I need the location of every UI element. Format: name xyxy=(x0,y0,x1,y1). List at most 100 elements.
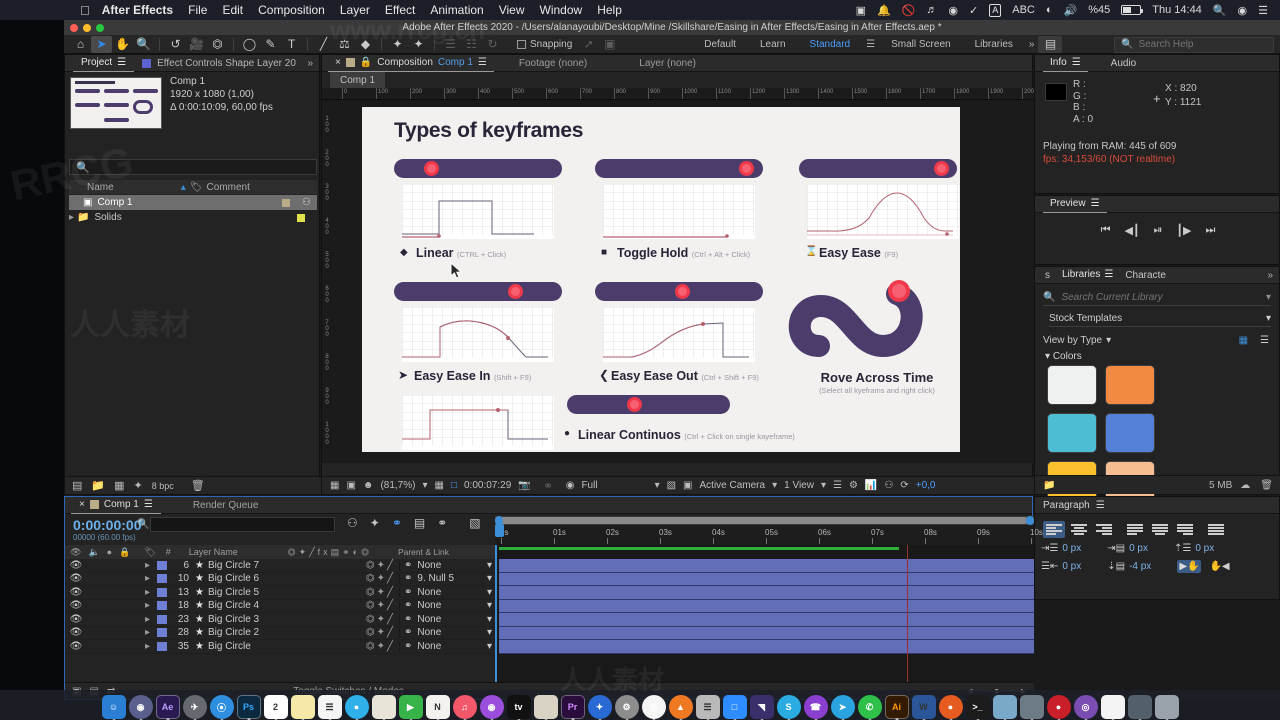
timeline-layer-bars[interactable] xyxy=(495,545,1034,682)
tab-audio[interactable]: Audio xyxy=(1104,55,1144,72)
tab-paragraph-label[interactable]: Paragraph xyxy=(1043,500,1090,511)
after-effects-icon[interactable]: Ae xyxy=(155,695,180,720)
keynote-icon[interactable]: ◥ xyxy=(749,695,774,720)
workspace-libraries[interactable]: Libraries xyxy=(963,39,1025,50)
project-row-comp1[interactable]: ▣ Comp 1 ⚇ xyxy=(69,195,317,210)
layer-name[interactable]: Big Circle 2 xyxy=(208,627,259,638)
music-icon[interactable]: ♫ xyxy=(452,695,477,720)
illustrator-cc-icon[interactable]: ✦ xyxy=(587,695,612,720)
project-comp-name[interactable]: Comp 1 xyxy=(170,75,273,88)
news-icon[interactable]: N xyxy=(425,695,450,720)
layer-duration-bar[interactable] xyxy=(499,599,1034,613)
home-icon[interactable]: ⌂ xyxy=(70,36,91,53)
movist-icon[interactable]: ◎ xyxy=(1073,695,1098,720)
search-help-input[interactable] xyxy=(1138,39,1267,50)
eye-icon[interactable]: 👁 xyxy=(65,614,87,625)
transparency-grid-icon[interactable]: ▣ xyxy=(683,480,692,491)
lock-icon[interactable]: 🔒 xyxy=(360,57,372,68)
zoom-icon[interactable]: □ xyxy=(722,695,747,720)
flowchart-icon[interactable]: ⚇ xyxy=(884,480,893,491)
indent-left-value[interactable]: 0 px xyxy=(1062,543,1081,554)
project-row-solids[interactable]: ▸ 📁 Solids xyxy=(69,210,317,225)
vlc-icon[interactable]: ▲ xyxy=(668,695,693,720)
podcast-icon[interactable]: ◉ xyxy=(948,4,958,17)
color-swatch[interactable] xyxy=(1105,413,1155,453)
layer-name[interactable]: Big Circle xyxy=(208,641,251,652)
tab-preview[interactable]: Preview ☰ xyxy=(1043,196,1107,213)
menu-animation[interactable]: Animation xyxy=(430,3,483,17)
layer-color-swatch[interactable] xyxy=(157,574,167,584)
timeline-search-input[interactable] xyxy=(150,517,335,532)
layer-duration-bar[interactable] xyxy=(499,626,1034,640)
chevron-down-icon[interactable]: ▾ xyxy=(821,480,826,491)
justify-last-left-icon[interactable] xyxy=(1124,521,1146,538)
music-icon[interactable]: ♬ xyxy=(926,4,937,16)
playhead-indicator[interactable] xyxy=(907,545,908,682)
notes-icon[interactable] xyxy=(290,695,315,720)
justify-last-center-icon[interactable] xyxy=(1149,521,1171,538)
premiere-icon[interactable]: Pr xyxy=(560,695,585,720)
layer-name[interactable]: Big Circle 5 xyxy=(208,587,259,598)
utility-icon[interactable]: ☰ xyxy=(695,695,720,720)
maps-icon[interactable] xyxy=(371,695,396,720)
parent-pickwhip-icon[interactable]: ⚭ xyxy=(404,600,412,611)
chevron-right-icon[interactable]: ▸ xyxy=(145,587,157,598)
library-group-header[interactable]: ▾ Colors xyxy=(1045,351,1082,362)
layer-color-swatch[interactable] xyxy=(157,628,167,638)
panel-menu-icon[interactable]: ☰ xyxy=(1072,57,1081,68)
play-icon[interactable]: ⏯ xyxy=(1154,224,1163,237)
layer-color-swatch[interactable] xyxy=(157,587,167,597)
layer-color-swatch[interactable] xyxy=(157,601,167,611)
layer-switches[interactable]: ⏣✦╱ xyxy=(366,560,399,571)
photoshop-icon[interactable]: Ps xyxy=(236,695,261,720)
exposure-value-label[interactable]: +0,0 xyxy=(916,480,936,491)
previous-frame-icon[interactable]: ◀┃ xyxy=(1125,224,1140,237)
tab-character[interactable]: Characte xyxy=(1119,267,1172,283)
layer-duration-bar[interactable] xyxy=(499,586,1034,600)
zoom-tool-icon[interactable]: 🔍 xyxy=(133,36,154,53)
indent-right-value[interactable]: 0 px xyxy=(1062,561,1081,572)
parent-pickwhip-icon[interactable]: ⚭ xyxy=(404,641,412,652)
tab-libraries[interactable]: Libraries ☰ xyxy=(1056,267,1120,283)
hand-tool-icon[interactable]: ✋ xyxy=(112,36,133,53)
parent-value[interactable]: None xyxy=(417,614,441,625)
eye-icon[interactable]: 👁 xyxy=(65,627,87,638)
project-column-comment[interactable]: Comment xyxy=(207,182,250,193)
todo-icon[interactable]: ✓ xyxy=(969,4,978,17)
screen-record-icon[interactable]: ▣ xyxy=(856,4,866,17)
volume-icon[interactable]: 🔊 xyxy=(1064,4,1078,17)
chevron-down-icon[interactable]: ▾ xyxy=(1045,351,1050,362)
parent-pickwhip-icon[interactable]: ⚭ xyxy=(404,560,412,571)
preview-icon[interactable] xyxy=(992,695,1017,720)
chevron-right-icon[interactable]: ▸ xyxy=(145,614,157,625)
parent-pickwhip-icon[interactable]: ⚭ xyxy=(404,587,412,598)
list-view-icon[interactable]: ☰ xyxy=(1260,335,1269,346)
tab-partial[interactable]: s xyxy=(1039,267,1056,283)
roto-brush-tool-icon[interactable]: ✦ xyxy=(387,36,408,53)
column-layer-name[interactable]: Layer Name xyxy=(189,547,238,557)
pixel-aspect-icon[interactable]: ☰ xyxy=(833,480,842,491)
table-row[interactable]: 👁 ▸ 28 ★ Big Circle 2 ⏣✦╱ ⚭ None ▾ xyxy=(65,627,495,640)
label-color-swatch[interactable] xyxy=(297,213,305,222)
chevron-right-icon[interactable]: ▸ xyxy=(145,641,157,652)
cloud-icon[interactable]: ☁ xyxy=(1240,480,1250,491)
brush-tool-icon[interactable]: ╱ xyxy=(313,36,334,53)
motion-blur-icon[interactable]: ⚭ xyxy=(437,516,447,530)
tab-project[interactable]: Project ☰ xyxy=(73,55,135,72)
selection-tool-icon[interactable]: ➤ xyxy=(91,35,112,53)
safari-icon[interactable]: ⦿ xyxy=(209,695,234,720)
region-of-interest-icon[interactable]: □ xyxy=(451,480,457,491)
current-time-indicator[interactable] xyxy=(495,524,504,537)
region-icon[interactable]: ▧ xyxy=(667,480,676,491)
calendar-icon[interactable]: 2 xyxy=(263,695,288,720)
composition-mini-flowchart-icon[interactable]: ⚇ xyxy=(347,516,358,530)
grid-guides-icon[interactable]: ▦ xyxy=(434,480,443,491)
chevron-down-icon[interactable]: ▾ xyxy=(655,480,660,491)
layer-color-swatch[interactable] xyxy=(157,641,167,651)
panel-menu-icon[interactable]: ☰ xyxy=(117,57,126,68)
reminders-icon[interactable]: ☰ xyxy=(317,695,342,720)
siri-icon[interactable]: ◉ xyxy=(128,695,153,720)
downloads-icon[interactable] xyxy=(1127,695,1152,720)
search-help-box[interactable]: 🔍 xyxy=(1114,36,1274,53)
table-row[interactable]: 👁 ▸ 18 ★ Big Circle 4 ⏣✦╱ ⚭ None ▾ xyxy=(65,600,495,613)
